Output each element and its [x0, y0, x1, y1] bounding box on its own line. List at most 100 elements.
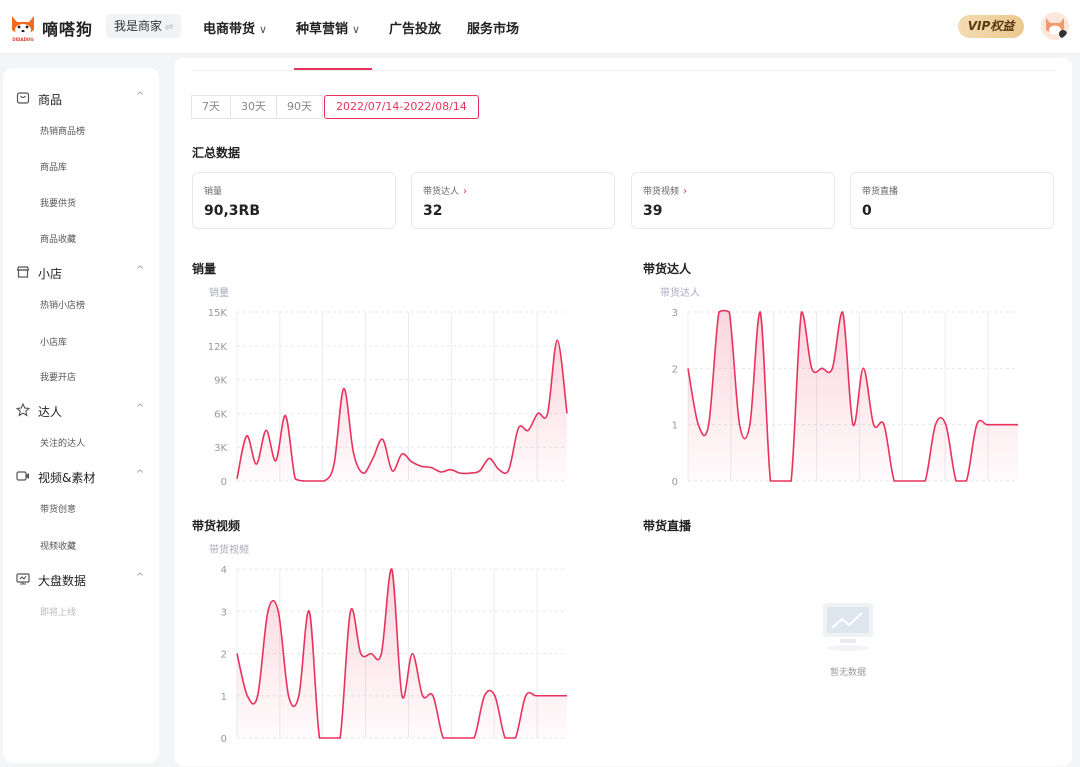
nav-label: 种草营销: [296, 22, 349, 37]
card-label: 销量: [204, 187, 223, 197]
y-axis-label: 带货视频: [209, 543, 249, 556]
y-tick-label: 3: [221, 607, 227, 618]
sidebar-group-dashboard[interactable]: 大盘数据 ^: [3, 570, 159, 590]
main-panel: 7天 30天 90天 2022/07/14-2022/08/14 汇总数据 销量…: [174, 58, 1072, 766]
y-tick-label: 12K: [208, 342, 228, 353]
sidebar-group-shop[interactable]: 小店 ^: [3, 263, 159, 283]
role-label: 我是商家: [114, 19, 163, 33]
chevron-up-icon: ^: [136, 469, 145, 480]
chart-title-sales: 销量: [192, 262, 217, 276]
date-90d-button[interactable]: 90天: [276, 95, 323, 119]
sidebar-item-product-favorites[interactable]: 商品收藏: [40, 232, 76, 245]
chevron-down-icon: ∨: [352, 23, 361, 36]
sidebar-item-open-shop[interactable]: 我要开店: [40, 370, 76, 383]
summary-card-live: 带货直播 0: [850, 172, 1054, 229]
influencers-chart[interactable]: 带货达人 0 1 2 3: [643, 282, 1023, 488]
summary-card-videos[interactable]: 带货视频 › 39: [631, 172, 835, 229]
chevron-up-icon: ^: [136, 265, 145, 276]
chart-title-videos: 带货视频: [192, 519, 241, 533]
logo-sub-text: DIDADOG: [12, 37, 33, 42]
sidebar-group-label: 视频&素材: [38, 471, 96, 485]
nav-seeding[interactable]: 种草营销 ∨: [296, 18, 360, 37]
y-tick-label: 15K: [208, 308, 228, 319]
sidebar-item-coming-soon: 即将上线: [40, 608, 77, 618]
product-icon: [16, 92, 30, 104]
nav-service-market[interactable]: 服务市场: [467, 18, 519, 37]
star-person-icon: [16, 403, 30, 417]
y-tick-label: 0: [672, 477, 678, 488]
sidebar-item-creative[interactable]: 带货创意: [40, 502, 76, 515]
nav-label: 电商带货: [203, 22, 256, 37]
videos-chart[interactable]: 带货视频 0 1 2 3 4: [192, 539, 572, 745]
no-data-text: 暂无数据: [830, 668, 867, 678]
chevron-up-icon: ^: [136, 403, 145, 414]
card-value: 39: [643, 203, 663, 219]
series-area: [237, 340, 567, 481]
y-tick-label: 0: [221, 477, 227, 488]
sidebar: 商品 ^ 热销商品榜 商品库 我要供货 商品收藏 小店 ^ 热销小店榜 小店库 …: [3, 68, 159, 763]
y-tick-label: 9K: [214, 376, 227, 387]
sidebar-group-label: 商品: [38, 93, 63, 107]
sidebar-group-video[interactable]: 视频&素材 ^: [3, 467, 159, 487]
sidebar-group-label: 达人: [38, 405, 63, 419]
y-tick-label: 2: [672, 364, 678, 375]
card-label: 带货达人: [423, 187, 460, 197]
date-range-selector: 7天 30天 90天 2022/07/14-2022/08/14: [191, 95, 479, 119]
empty-chart-icon: [823, 603, 873, 651]
sidebar-item-shop-library[interactable]: 小店库: [40, 335, 67, 348]
sidebar-group-label: 大盘数据: [38, 574, 87, 588]
y-tick-label: 0: [221, 734, 227, 745]
summary-card-sales: 销量 90,3RB: [192, 172, 396, 229]
sidebar-group-label: 小店: [38, 267, 63, 281]
sidebar-item-video-favorites[interactable]: 视频收藏: [40, 539, 76, 552]
sales-chart[interactable]: 销量 0 3K 6K 9K 12K 15K: [192, 282, 572, 488]
y-axis-label: 销量: [209, 286, 229, 299]
y-tick-label: 1: [221, 692, 227, 703]
y-tick-label: 2: [221, 650, 227, 661]
vip-button[interactable]: VIP权益: [958, 15, 1024, 38]
video-icon: [16, 471, 29, 481]
dashboard-icon: [16, 573, 30, 585]
card-value: 0: [862, 203, 872, 219]
chevron-right-icon: ›: [463, 186, 468, 197]
card-label: 带货视频: [643, 187, 680, 197]
y-tick-label: 3K: [214, 443, 227, 454]
y-tick-label: 4: [221, 565, 227, 576]
chevron-up-icon: ^: [136, 91, 145, 102]
sidebar-group-influencer[interactable]: 达人 ^: [3, 401, 159, 421]
chart-title-influencers: 带货达人: [643, 262, 692, 276]
tab-divider: [192, 70, 1055, 71]
date-7d-button[interactable]: 7天: [191, 95, 231, 119]
nav-ads[interactable]: 广告投放: [389, 18, 441, 37]
card-value: 90,3RB: [204, 203, 260, 219]
date-custom-range-button[interactable]: 2022/07/14-2022/08/14: [324, 95, 479, 119]
y-tick-label: 1: [672, 421, 678, 432]
series-area: [688, 310, 1018, 481]
sidebar-item-followed-influencers[interactable]: 关注的达人: [40, 436, 85, 449]
y-tick-label: 6K: [214, 409, 227, 420]
y-tick-label: 3: [672, 308, 678, 319]
switch-icon: ⇌: [165, 22, 174, 33]
role-switch-button[interactable]: 我是商家 ⇌: [106, 14, 182, 38]
chevron-right-icon: ›: [683, 186, 688, 197]
sidebar-item-product-library[interactable]: 商品库: [40, 160, 67, 173]
shop-icon: [16, 266, 30, 278]
sidebar-item-supply[interactable]: 我要供货: [40, 196, 76, 209]
summary-title: 汇总数据: [192, 146, 241, 160]
sidebar-item-hot-shops[interactable]: 热销小店榜: [40, 298, 85, 311]
summary-card-influencers[interactable]: 带货达人 › 32: [411, 172, 615, 229]
avatar-dog-icon: [1046, 18, 1067, 38]
sidebar-item-hot-products[interactable]: 热销商品榜: [40, 124, 85, 137]
chevron-down-icon: ∨: [259, 23, 268, 36]
top-bar: DIDADOG 嘀嗒狗 我是商家 ⇌ 电商带货 ∨ 种草营销 ∨ 广告投放 服务市场 …: [0, 0, 1080, 54]
date-30d-button[interactable]: 30天: [230, 95, 277, 119]
chevron-up-icon: ^: [136, 572, 145, 583]
avatar[interactable]: [1041, 12, 1069, 40]
active-tab-indicator: [294, 68, 372, 70]
sidebar-group-product[interactable]: 商品 ^: [3, 89, 159, 109]
app-title[interactable]: 嘀嗒狗: [42, 16, 93, 40]
chart-title-live: 带货直播: [643, 519, 692, 533]
card-label: 带货直播: [862, 187, 899, 197]
nav-ecommerce[interactable]: 电商带货 ∨: [203, 18, 267, 37]
dog-logo-icon[interactable]: DIDADOG: [10, 12, 36, 42]
